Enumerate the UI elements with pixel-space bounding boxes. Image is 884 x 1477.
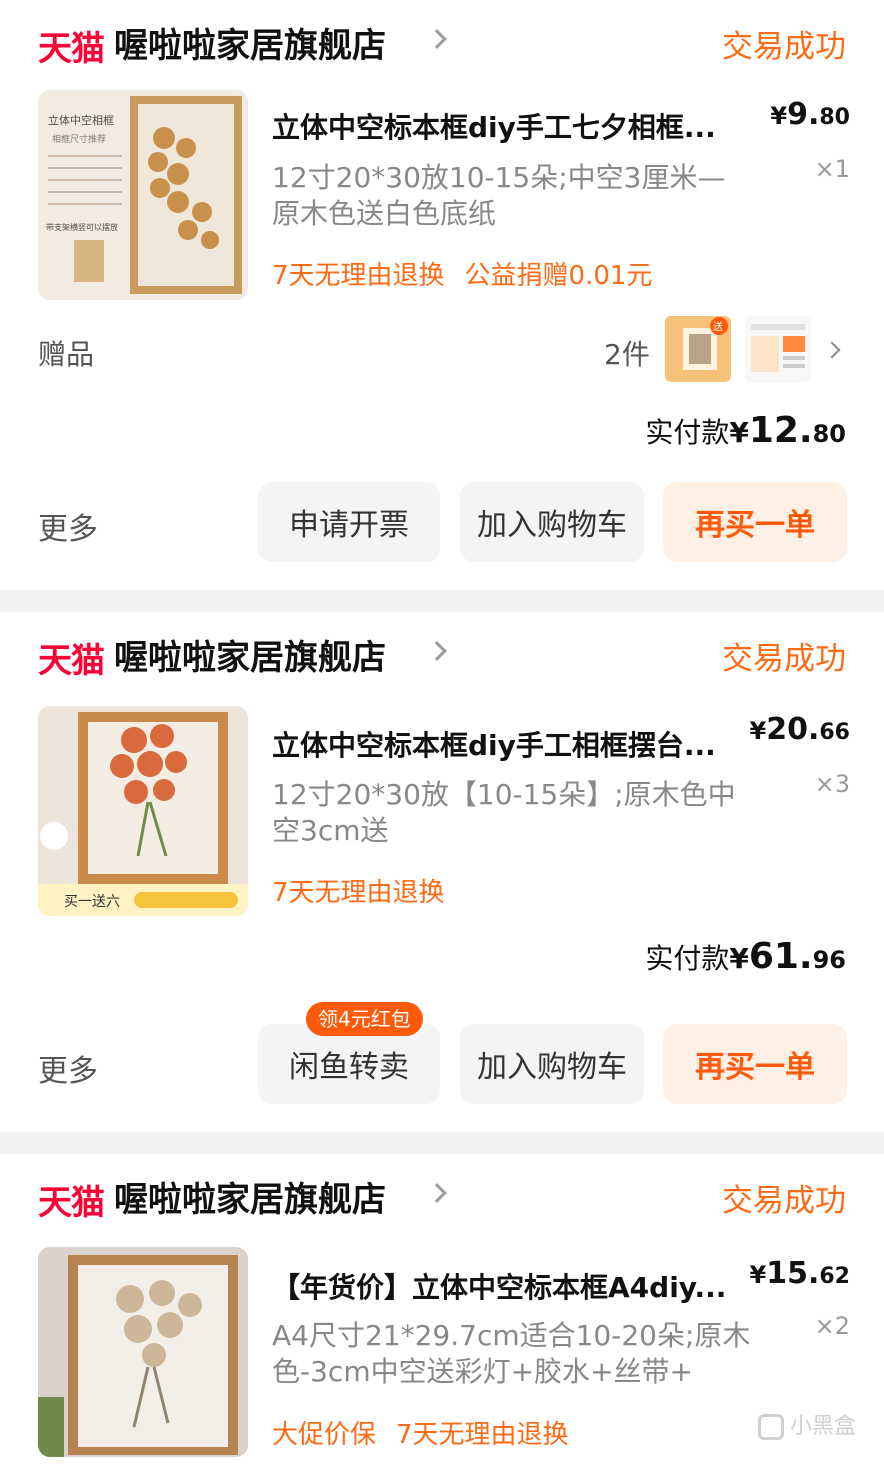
thumb-note-text: 带支架横竖可以摆放 xyxy=(46,222,118,232)
chevron-right-icon[interactable] xyxy=(823,341,841,359)
service-tags: 7天无理由退换 公益捐赠0.01元 xyxy=(272,255,652,292)
shop-name[interactable]: 喔啦啦家居旗舰店 xyxy=(114,630,386,679)
gift-badge-text: 送 xyxy=(713,320,723,333)
watermark: 小黑盒 xyxy=(758,1408,856,1440)
product-title[interactable]: 【年货价】立体中空标本框A4diy... xyxy=(272,1266,754,1306)
shop-name[interactable]: 喔啦啦家居旗舰店 xyxy=(114,1172,386,1221)
tag-return: 7天无理由退换 xyxy=(272,878,445,908)
order-card: 天猫 喔啦啦家居旗舰店 交易成功 买一送六 立体中空标本框diy手工相框摆台..… xyxy=(0,612,884,1132)
shop-name[interactable]: 喔啦啦家居旗舰店 xyxy=(114,18,386,67)
order-status: 交易成功 xyxy=(722,1183,846,1219)
quantity: ×2 xyxy=(814,1312,850,1340)
product-thumbnail[interactable] xyxy=(38,1247,248,1457)
tmall-logo: 天猫 xyxy=(38,1183,105,1223)
more-button[interactable]: 更多 xyxy=(38,1046,98,1090)
unit-price: ¥20.66 xyxy=(749,712,850,747)
tag-charity: 公益捐赠0.01元 xyxy=(464,261,653,291)
paid-amount: 实付款¥61.96 xyxy=(645,936,846,977)
service-tags: 大促价保 7天无理由退换 xyxy=(272,1414,569,1451)
order-card: 天猫 喔啦啦家居旗舰店 交易成功 【年货价】立体中空标本框A4diy... ¥1… xyxy=(0,1154,884,1477)
quantity: ×1 xyxy=(814,155,850,183)
order-card: 天猫 喔啦啦家居旗舰店 交易成功 立体中空相框 相框尺寸推荐 带支架横竖可以摆放… xyxy=(0,0,884,590)
shop-header[interactable]: 天猫 喔啦啦家居旗舰店 交易成功 xyxy=(38,1172,846,1223)
gift-label: 赠品 xyxy=(38,338,95,371)
heybox-logo-icon xyxy=(758,1414,784,1440)
chevron-right-icon[interactable] xyxy=(427,1183,447,1203)
gift-thumbnail[interactable] xyxy=(745,316,811,382)
product-thumbnail[interactable]: 立体中空相框 相框尺寸推荐 带支架横竖可以摆放 xyxy=(38,90,248,300)
chevron-right-icon[interactable] xyxy=(427,641,447,661)
buy-again-button[interactable]: 再买一单 xyxy=(663,482,847,562)
tag-price-protect: 大促价保 xyxy=(272,1420,377,1450)
more-button[interactable]: 更多 xyxy=(38,504,98,548)
product-thumbnail[interactable]: 买一送六 xyxy=(38,706,248,916)
sku-spec: A4尺寸21*29.7cm适合10-20朵;原木色-3cm中空送彩灯+胶水+丝带… xyxy=(272,1319,751,1388)
gift-thumbnail[interactable]: 送 xyxy=(665,316,731,382)
thumb-sub-text: 相框尺寸推荐 xyxy=(52,133,106,145)
sku-spec: 12寸20*30放10-15朵;中空3厘米—原木色送白色底纸 xyxy=(272,161,726,230)
tmall-logo: 天猫 xyxy=(38,29,105,69)
gift-count[interactable]: 2件 xyxy=(604,333,650,373)
product-title[interactable]: 立体中空标本框diy手工七夕相框... xyxy=(272,106,744,146)
thumb-heading-text: 立体中空相框 xyxy=(48,113,114,127)
shop-header[interactable]: 天猫 喔啦啦家居旗舰店 交易成功 xyxy=(38,18,846,69)
order-status: 交易成功 xyxy=(722,29,846,65)
invoice-button[interactable]: 申请开票 xyxy=(258,482,440,562)
product-title[interactable]: 立体中空标本框diy手工相框摆台... xyxy=(272,724,744,764)
unit-price: ¥9.80 xyxy=(770,97,850,132)
shop-header[interactable]: 天猫 喔啦啦家居旗舰店 交易成功 xyxy=(38,630,846,681)
service-tags: 7天无理由退换 xyxy=(272,872,445,909)
unit-price: ¥15.62 xyxy=(749,1256,850,1291)
chevron-right-icon[interactable] xyxy=(427,29,447,49)
quantity: ×3 xyxy=(814,770,850,798)
order-status: 交易成功 xyxy=(722,641,846,677)
coupon-badge[interactable]: 领4元红包 xyxy=(306,1002,423,1036)
tmall-logo: 天猫 xyxy=(38,641,105,681)
tag-return: 7天无理由退换 xyxy=(396,1420,569,1450)
resell-button[interactable]: 闲鱼转卖 xyxy=(258,1024,440,1104)
paid-amount: 实付款¥12.80 xyxy=(645,410,846,451)
buy-again-button[interactable]: 再买一单 xyxy=(663,1024,847,1104)
sku-spec: 12寸20*30放【10-15朵】;原木色中空3cm送 xyxy=(272,778,736,847)
add-to-cart-button[interactable]: 加入购物车 xyxy=(460,482,644,562)
thumb-banner-text: 买一送六 xyxy=(64,894,120,910)
tag-return: 7天无理由退换 xyxy=(272,261,445,291)
add-to-cart-button[interactable]: 加入购物车 xyxy=(460,1024,644,1104)
